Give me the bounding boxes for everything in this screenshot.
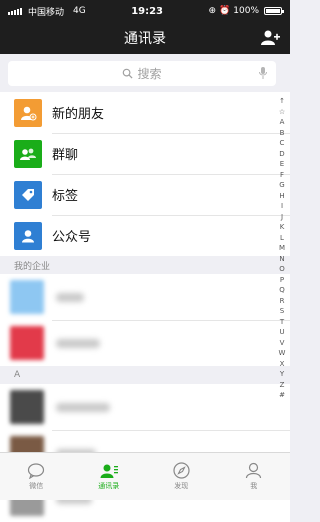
tab-contacts[interactable]: 通讯录	[73, 453, 146, 500]
nav-bar: 通讯录	[0, 22, 290, 54]
add-contact-icon[interactable]	[260, 28, 280, 48]
index-letter[interactable]: E	[280, 159, 284, 170]
microphone-icon[interactable]	[258, 66, 268, 80]
tag-icon	[14, 180, 42, 209]
official-account-icon	[14, 221, 42, 250]
index-letter[interactable]: A	[280, 117, 285, 128]
list-item[interactable]	[0, 320, 290, 366]
avatar	[10, 280, 44, 314]
search-area: 搜索	[0, 54, 290, 92]
network-type: 4G	[73, 6, 86, 16]
index-letter[interactable]: ☆	[279, 107, 285, 118]
new-friends-label: 新的朋友	[52, 107, 105, 122]
index-letter[interactable]: H	[279, 191, 284, 202]
search-placeholder: 搜索	[137, 67, 162, 81]
blurred-name	[56, 402, 110, 412]
index-letter[interactable]: K	[280, 222, 285, 233]
tab-chats-label: 微信	[29, 481, 44, 490]
section-header-enterprise: 我的企业	[0, 256, 290, 274]
index-letter[interactable]: B	[280, 128, 285, 139]
section-header-a: A	[0, 366, 290, 384]
lock-rotation-icon: ⊕	[208, 6, 217, 16]
battery-icon	[264, 7, 284, 15]
chat-bubble-icon	[28, 462, 45, 479]
index-letter[interactable]: ↑	[279, 96, 285, 107]
tags-item[interactable]: 标签	[0, 174, 290, 215]
clock: 19:23	[131, 5, 164, 17]
search-icon	[123, 68, 134, 79]
index-letter[interactable]: #	[279, 390, 285, 401]
index-letter[interactable]: W	[279, 348, 286, 359]
new-friends-item[interactable]: 新的朋友	[0, 92, 290, 133]
page-title: 通讯录	[124, 31, 166, 47]
blurred-name	[56, 338, 100, 348]
index-letter[interactable]: L	[280, 233, 284, 244]
alarm-icon: ⏰	[219, 6, 231, 16]
index-letter[interactable]: Q	[279, 285, 285, 296]
index-letter[interactable]: M	[279, 243, 285, 254]
tab-discover[interactable]: 发现	[145, 453, 218, 500]
profile-icon	[246, 462, 262, 479]
tab-me-label: 我	[250, 482, 258, 490]
index-letter[interactable]: O	[279, 264, 285, 275]
official-accounts-label: 公众号	[52, 230, 92, 245]
add-friend-icon	[14, 98, 42, 127]
tab-chats[interactable]: 微信	[0, 453, 73, 500]
alphabet-index[interactable]: ↑ ☆ A B C D E F G H I J K L M N O P Q R S T U V W X Y Z #	[276, 96, 288, 401]
index-letter[interactable]: G	[279, 180, 284, 191]
contacts-icon	[100, 464, 118, 478]
avatar	[10, 390, 44, 424]
index-letter[interactable]: R	[280, 296, 285, 307]
index-letter[interactable]: J	[281, 212, 283, 223]
index-letter[interactable]: X	[280, 359, 285, 370]
index-letter[interactable]: V	[280, 338, 285, 349]
index-letter[interactable]: P	[280, 275, 284, 286]
status-bar: 中国移动 4G 19:23 ⊕ ⏰ 100%	[0, 0, 290, 22]
index-letter[interactable]: N	[279, 254, 284, 265]
index-letter[interactable]: Z	[280, 380, 285, 391]
group-chats-item[interactable]: 群聊	[0, 133, 290, 174]
avatar	[10, 326, 44, 360]
tab-contacts-label: 通讯录	[98, 481, 120, 490]
battery-percent: 100%	[233, 6, 259, 16]
blurred-name	[56, 292, 84, 302]
signal-icon	[8, 7, 22, 15]
index-letter[interactable]: U	[279, 327, 284, 338]
carrier-name: 中国移动	[28, 7, 65, 18]
official-accounts-item[interactable]: 公众号	[0, 215, 290, 256]
index-letter[interactable]: D	[279, 149, 284, 160]
list-item[interactable]	[0, 384, 290, 430]
tab-discover-label: 发现	[174, 482, 189, 490]
search-input[interactable]: 搜索	[8, 61, 276, 86]
index-letter[interactable]: T	[280, 317, 284, 328]
tab-me[interactable]: 我	[218, 453, 291, 500]
tab-bar: 微信 通讯录 发现 我	[0, 452, 290, 500]
list-item[interactable]	[0, 274, 290, 320]
index-letter[interactable]: C	[280, 138, 285, 149]
index-letter[interactable]: F	[280, 170, 284, 181]
tags-label: 标签	[52, 189, 79, 204]
compass-icon	[173, 462, 190, 479]
index-letter[interactable]: S	[280, 306, 284, 317]
group-chats-label: 群聊	[52, 148, 79, 163]
index-letter[interactable]: Y	[280, 369, 284, 380]
group-chat-icon	[14, 139, 42, 168]
index-letter[interactable]: I	[281, 201, 283, 212]
